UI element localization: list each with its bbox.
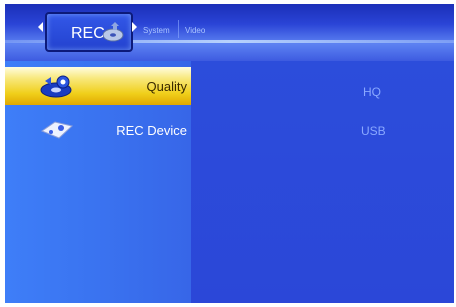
quality-icon bbox=[40, 75, 72, 98]
tab-system[interactable]: System bbox=[143, 26, 170, 35]
tab-video[interactable]: Video bbox=[185, 26, 205, 35]
top-navigation-bar: REC System Video bbox=[5, 4, 454, 61]
menu-item-rec-device[interactable]: REC Device bbox=[5, 111, 191, 149]
menu-item-label: REC Device bbox=[116, 123, 187, 138]
menu-item-label: Quality bbox=[146, 79, 187, 94]
rec-device-value: USB bbox=[361, 124, 386, 138]
rec-disc-icon bbox=[103, 22, 124, 42]
previous-tab-arrow-icon[interactable] bbox=[38, 22, 43, 32]
tab-rec-label: REC bbox=[71, 25, 105, 42]
next-tab-arrow-icon[interactable] bbox=[132, 22, 137, 32]
settings-menu-panel: Quality REC Device bbox=[5, 61, 191, 303]
tv-screen: REC System Video Quality REC Device HQ U… bbox=[5, 4, 454, 303]
tab-rec[interactable]: REC bbox=[45, 12, 133, 52]
menu-item-quality[interactable]: Quality bbox=[5, 67, 191, 105]
settings-values-panel: HQ USB bbox=[191, 61, 454, 303]
rec-device-icon bbox=[40, 121, 74, 139]
tab-divider bbox=[178, 20, 179, 38]
quality-value: HQ bbox=[363, 85, 381, 99]
